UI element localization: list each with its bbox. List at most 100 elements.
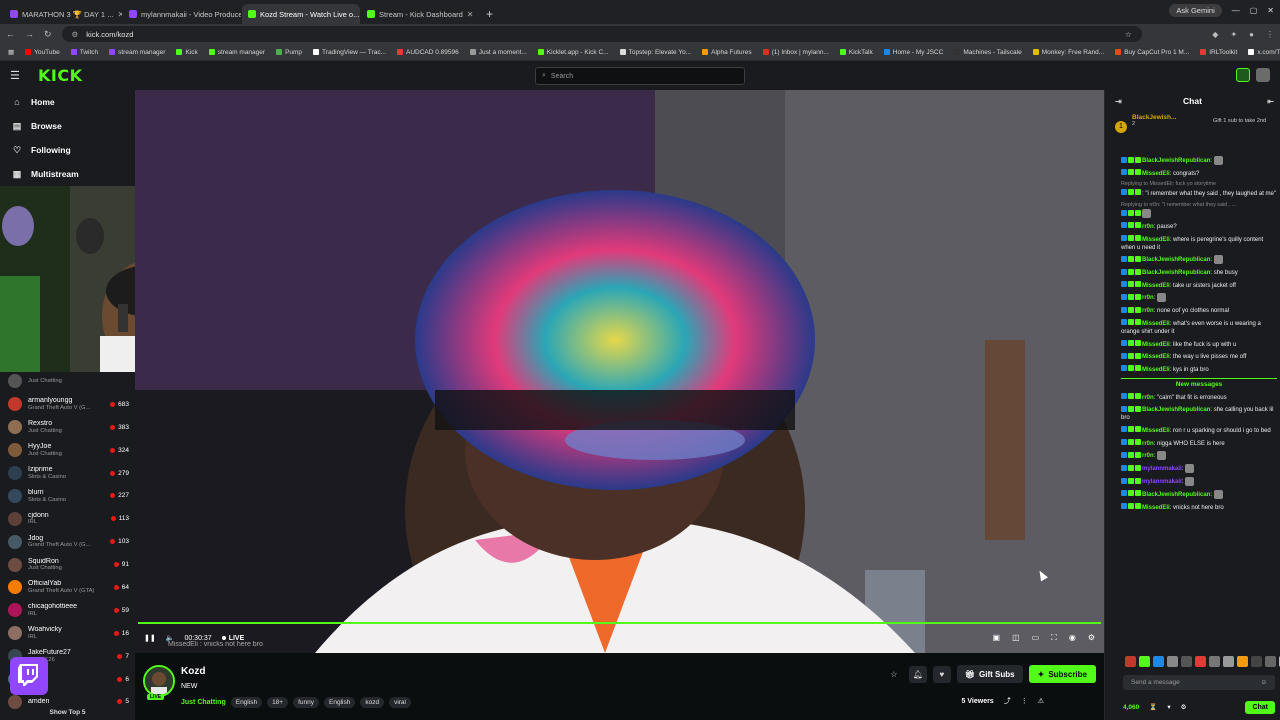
chat-username[interactable]: BlackJewishRepublican	[1142, 492, 1210, 498]
chat-username[interactable]: BlackJewishRepublican	[1142, 270, 1210, 276]
chat-username[interactable]: rr0n	[1142, 394, 1154, 400]
browser-tab[interactable]: Kozd Stream - Watch Live o...✕	[242, 4, 360, 24]
channel-item[interactable]: Just Chatting	[0, 370, 135, 393]
emote-icon[interactable]	[1237, 656, 1248, 667]
settings-icon[interactable]: ⚙	[1181, 703, 1187, 711]
maximize-icon[interactable]: ▢	[1250, 6, 1258, 15]
browser-tab[interactable]: MARATHON 3 🏆 DAY 1 ... ✕	[4, 4, 122, 24]
bookmark-item[interactable]: Kicklet.app - Kick C...	[537, 49, 609, 56]
bookmark-item[interactable]: AUDCAD 0.89596	[397, 49, 459, 56]
pin-icon[interactable]: ▾	[1167, 703, 1170, 711]
subscribe-button[interactable]: ✦ Subscribe	[1028, 665, 1096, 683]
channel-item[interactable]: Woahvicky IRL 16	[0, 622, 135, 645]
bookmark-item[interactable]: TradingView — Trac...	[313, 49, 386, 56]
chat-username[interactable]: MissedEli	[1142, 236, 1170, 242]
share-icon[interactable]: ⤴	[1004, 696, 1011, 706]
bookmark-item[interactable]: Monkey: Free Rand...	[1032, 49, 1104, 56]
sidebar-item-home[interactable]: ⌂ Home	[0, 90, 135, 114]
emote-icon[interactable]	[1195, 656, 1206, 667]
channel-item[interactable]: armanlyoungg Grand Theft Auto V (G... 683	[0, 393, 135, 416]
emote-icon[interactable]	[1223, 656, 1234, 667]
bookmark-item[interactable]: Twitch	[70, 49, 98, 56]
star-icon[interactable]: ☆	[885, 666, 903, 683]
channel-item[interactable]: blurri Slots & Casino 227	[0, 484, 135, 507]
url-field[interactable]: ⚙ kick.com/kozd ☆	[61, 26, 1142, 42]
emote-icon[interactable]	[1167, 656, 1178, 667]
chat-settings-icon[interactable]: ⇤	[1267, 97, 1274, 106]
channel-item[interactable]: chicagohottieee IRL 59	[0, 599, 135, 622]
reload-icon[interactable]: ↻	[44, 29, 52, 40]
channel-item[interactable]: Jdog Grand Theft Auto V (G... 103	[0, 530, 135, 553]
close-window-icon[interactable]: ✕	[1267, 6, 1274, 15]
emote-icon[interactable]	[1265, 656, 1276, 667]
emote-icon[interactable]	[1251, 656, 1262, 667]
bookmark-item[interactable]: stream manager	[109, 49, 165, 56]
stream-tag[interactable]: kozd	[360, 697, 385, 708]
chat-send-button[interactable]: Chat	[1245, 700, 1275, 714]
show-top-button[interactable]: Show Top 5	[0, 709, 135, 716]
stream-tag[interactable]: English	[324, 697, 356, 708]
clip-icon[interactable]: ◫	[1012, 633, 1020, 643]
theater-mode-icon[interactable]: ▭	[1032, 633, 1040, 643]
chat-username[interactable]: MissedEli	[1142, 428, 1170, 434]
bookmark-item[interactable]: YouTube	[25, 49, 60, 56]
bookmark-item[interactable]: (1) Inbox | mylann...	[762, 49, 829, 56]
report-icon[interactable]: ⚠	[1038, 697, 1044, 705]
channel-item[interactable]: HyyJoe Just Chatting 324	[0, 439, 135, 462]
bookmark-star-icon[interactable]: ☆	[1125, 30, 1132, 39]
emote-icon[interactable]	[1209, 656, 1220, 667]
bookmark-item[interactable]: KickTalk	[839, 49, 873, 56]
stream-tag[interactable]: English	[230, 697, 263, 708]
hamburger-menu-icon[interactable]: ☰	[10, 69, 24, 82]
video-player[interactable]	[135, 90, 1104, 653]
emote-icon[interactable]	[1139, 656, 1150, 667]
emote-icon[interactable]	[1153, 656, 1164, 667]
minimize-icon[interactable]: —	[1232, 6, 1240, 15]
miniplayer-icon[interactable]: ▣	[993, 633, 1001, 643]
forward-icon[interactable]: →	[25, 29, 34, 39]
search-input[interactable]: ⌕ Search	[535, 67, 745, 85]
notification-bell-icon[interactable]: 🔔︎	[908, 665, 927, 683]
apps-grid-icon[interactable]: ▦	[8, 48, 14, 56]
extensions-puzzle-icon[interactable]: ✦	[1230, 30, 1237, 39]
bookmark-item[interactable]: x.com/Tangjsen	[1248, 49, 1280, 56]
sidebar-item-multistream[interactable]: ▦ Multistream	[0, 162, 135, 186]
chat-username[interactable]: MissedEli	[1142, 504, 1170, 510]
follow-heart-icon[interactable]: ♥	[932, 665, 951, 683]
channel-item[interactable]: Iziprime Slots & Casino 279	[0, 462, 135, 485]
bookmark-item[interactable]: Buy CapCut Pro 1 M...	[1115, 49, 1189, 56]
emote-icon[interactable]	[1125, 656, 1136, 667]
chat-username[interactable]: BlackJewishRepublican	[1142, 158, 1210, 164]
chat-input[interactable]: Send a message ☺	[1123, 675, 1275, 690]
channel-item[interactable]: OfficialYab Grand Theft Auto V (GTA) 64	[0, 576, 135, 599]
bookmark-item[interactable]: Just a moment...	[469, 49, 527, 56]
video-progress-bar[interactable]	[138, 622, 1101, 624]
new-tab-button[interactable]: +	[480, 4, 499, 24]
fullscreen-icon[interactable]: ⛶	[1051, 633, 1057, 643]
more-options-icon[interactable]: ⋮	[1021, 697, 1028, 705]
bookmark-item[interactable]: stream manager	[208, 49, 265, 56]
chat-username[interactable]: rr0n	[1142, 296, 1154, 302]
bookmark-item[interactable]: Topstep: Elevate Yo...	[619, 49, 691, 56]
channel-item[interactable]: cjdonn IRL 113	[0, 507, 135, 530]
sound-icon[interactable]: ◉	[1069, 633, 1076, 643]
chat-username[interactable]: MissedEli	[1142, 171, 1170, 177]
chat-username[interactable]: MissedEli	[1142, 283, 1170, 289]
site-info-icon[interactable]: ⚙	[72, 30, 79, 39]
dashboard-icon[interactable]	[1236, 68, 1250, 82]
timer-icon[interactable]: ⏳	[1149, 703, 1157, 711]
sidebar-item-following[interactable]: ♡ Following	[0, 138, 135, 162]
emoji-icon[interactable]: ☺	[1260, 679, 1267, 686]
bookmark-item[interactable]: Home - My JSCC	[883, 49, 943, 56]
bookmark-item[interactable]: Machines - Tailscale	[954, 49, 1022, 56]
stream-tag[interactable]: viral	[389, 697, 411, 708]
chat-username[interactable]: rr0n	[1142, 224, 1154, 230]
chat-username[interactable]: MissedEli	[1142, 342, 1170, 348]
tab-close-icon[interactable]: ✕	[467, 10, 474, 19]
gift-subs-button[interactable]: 🎁︎ Gift Subs	[956, 665, 1023, 683]
back-icon[interactable]: ←	[6, 29, 15, 39]
menu-kebab-icon[interactable]: ⋮	[1266, 30, 1274, 39]
bookmark-item[interactable]: Alpha Futures	[702, 49, 752, 56]
extension-icon[interactable]: ◆	[1212, 30, 1218, 39]
bookmark-item[interactable]: Pump	[276, 49, 302, 56]
